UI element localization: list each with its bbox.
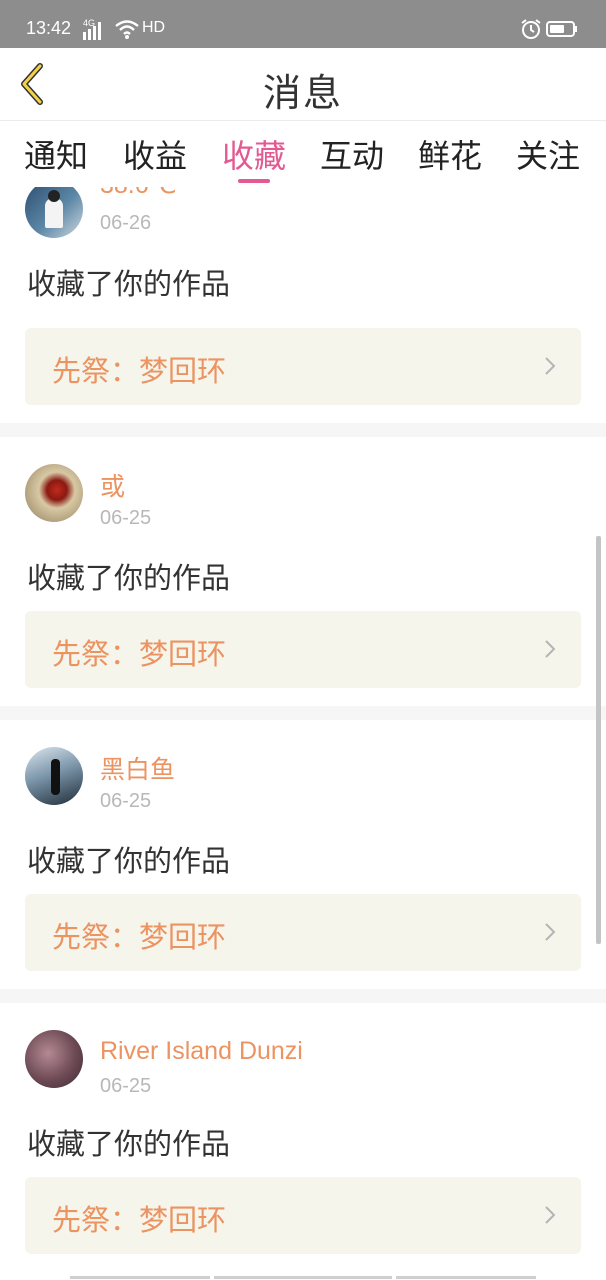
battery-icon — [546, 21, 577, 37]
avatar[interactable] — [25, 1030, 83, 1088]
signal-icon: 4G — [83, 18, 101, 40]
work-title: 先祭：梦回环 — [52, 354, 227, 388]
message-date: 06-25 — [100, 790, 152, 812]
chevron-right-icon — [545, 1206, 556, 1224]
tab-bar: 通知 收益 收藏 互动 鲜花 关注 — [0, 121, 606, 187]
action-text: 收藏了你的作品 — [27, 561, 231, 595]
scrollbar[interactable] — [596, 536, 601, 944]
work-link[interactable]: 先祭：梦回环 — [25, 611, 581, 688]
wifi-icon — [115, 20, 139, 39]
action-text: 收藏了你的作品 — [27, 1127, 231, 1161]
action-text: 收藏了你的作品 — [27, 267, 231, 301]
tab-flowers[interactable]: 鲜花 — [418, 131, 482, 177]
work-link[interactable]: 先祭：梦回环 — [25, 894, 581, 971]
work-title: 先祭：梦回环 — [52, 637, 227, 671]
tab-favorites[interactable]: 收藏 — [222, 131, 286, 177]
message-list[interactable]: 38.6℃ 06-26 收藏了你的作品 先祭：梦回环 或 06-25 收藏了你的… — [0, 187, 606, 1280]
avatar[interactable] — [25, 464, 83, 522]
chevron-right-icon — [545, 357, 556, 375]
divider — [0, 706, 606, 720]
status-bar: 13:42 4G HD — [0, 0, 606, 48]
work-link[interactable]: 先祭：梦回环 — [25, 328, 581, 405]
hd-indicator: HD — [142, 19, 166, 36]
divider — [0, 423, 606, 437]
message-date: 06-25 — [100, 1075, 152, 1097]
header: 消息 — [0, 48, 606, 121]
chevron-right-icon — [545, 640, 556, 658]
list-item: 或 06-25 收藏了你的作品 先祭：梦回环 — [0, 439, 606, 704]
work-title: 先祭：梦回环 — [52, 920, 227, 954]
list-item: River Island Dunzi 06-25 收藏了你的作品 先祭：梦回环 — [0, 1005, 606, 1280]
list-item: 38.6℃ 06-26 收藏了你的作品 先祭：梦回环 — [0, 187, 606, 422]
message-date: 06-26 — [100, 212, 152, 234]
bottom-edge — [70, 1276, 536, 1279]
status-time: 13:42 — [26, 18, 72, 38]
tab-follows[interactable]: 关注 — [516, 131, 580, 177]
divider — [0, 989, 606, 1003]
tab-earnings[interactable]: 收益 — [123, 131, 187, 177]
tab-notifications[interactable]: 通知 — [24, 131, 88, 177]
avatar[interactable] — [25, 187, 83, 238]
tab-interactions[interactable]: 互动 — [320, 131, 384, 177]
avatar[interactable] — [25, 747, 83, 805]
work-link[interactable]: 先祭：梦回环 — [25, 1177, 581, 1254]
network-type: 4G — [83, 18, 96, 28]
username[interactable]: 38.6℃ — [100, 187, 177, 200]
active-tab-indicator — [238, 179, 270, 183]
action-text: 收藏了你的作品 — [27, 844, 231, 878]
list-item: 黑白鱼 06-25 收藏了你的作品 先祭：梦回环 — [0, 722, 606, 987]
chevron-right-icon — [545, 923, 556, 941]
work-title: 先祭：梦回环 — [52, 1203, 227, 1237]
username[interactable]: 黑白鱼 — [100, 750, 175, 786]
username[interactable]: 或 — [100, 467, 125, 503]
page-title: 消息 — [262, 71, 343, 115]
message-date: 06-25 — [100, 507, 152, 529]
username[interactable]: River Island Dunzi — [100, 1037, 303, 1066]
alarm-icon — [521, 19, 541, 39]
